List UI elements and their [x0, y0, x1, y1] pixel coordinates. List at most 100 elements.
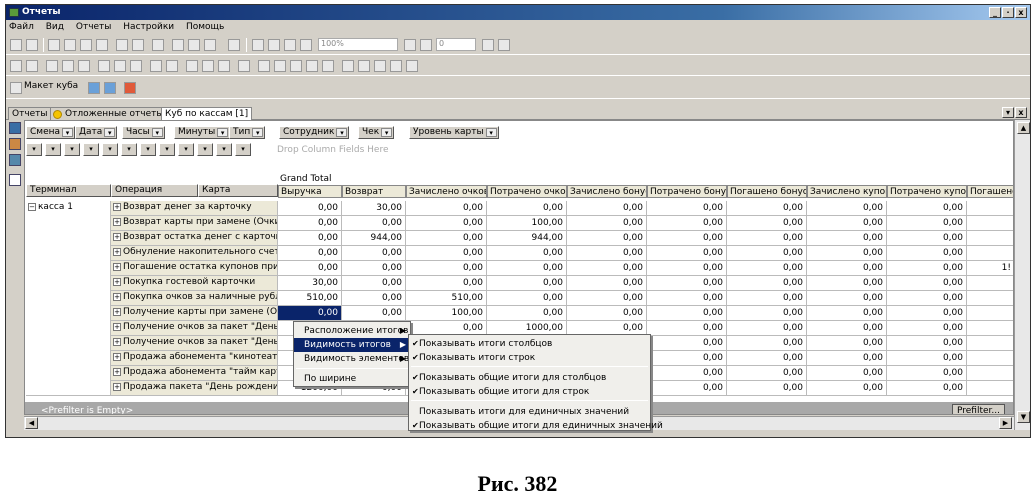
data-cell[interactable]: 0,00	[342, 261, 406, 276]
data-cell[interactable]: 0,00	[342, 291, 406, 306]
column-header[interactable]: Потрачено бонусов	[647, 185, 727, 198]
new-icon[interactable]	[48, 39, 60, 51]
data-cell[interactable]: 0,00	[807, 261, 887, 276]
restore-button[interactable]: ·	[1002, 7, 1014, 18]
data-cell[interactable]: 0,00	[807, 246, 887, 261]
scroll-right-arrow[interactable]: ▶	[999, 417, 1012, 429]
data-cell[interactable]: 0,00	[807, 231, 887, 246]
data-cell[interactable]: 0,00	[567, 201, 647, 216]
stacked-chart-icon[interactable]	[166, 60, 178, 72]
data-cell[interactable]: 0,00	[567, 306, 647, 321]
cut-icon[interactable]	[274, 60, 286, 72]
data-cell[interactable]: 30,00	[342, 201, 406, 216]
menu-elements-visibility[interactable]: Видимость элементов ▶	[294, 352, 410, 366]
data-cell[interactable]: 0,00	[887, 306, 967, 321]
pivot-icon[interactable]	[26, 60, 38, 72]
data-cell[interactable]: 0,00	[727, 321, 807, 336]
dropdown-arrow-icon[interactable]: ▾	[381, 128, 393, 137]
data-cell[interactable]: 0,00	[406, 276, 487, 291]
delete-layout-icon[interactable]	[124, 82, 136, 94]
filter-field-5[interactable]: Сотрудник ▾	[279, 126, 350, 139]
data-cell[interactable]: 0,00	[342, 246, 406, 261]
series-icon[interactable]	[306, 60, 318, 72]
menu-help[interactable]: Помощь	[186, 22, 224, 32]
data-cell[interactable]: 0,00	[807, 366, 887, 381]
data-cell[interactable]: 0,00	[887, 261, 967, 276]
column-chart-icon[interactable]	[238, 60, 250, 72]
data-cell[interactable]: 0,00	[278, 201, 342, 216]
data-cell[interactable]: 0,00	[342, 216, 406, 231]
data-cell[interactable]	[967, 201, 1013, 216]
filter-field-6[interactable]: Чек ▾	[358, 126, 395, 139]
data-cell[interactable]: 0,00	[278, 306, 342, 321]
data-cell[interactable]: 0,00	[727, 336, 807, 351]
zoom-select[interactable]: 100%	[318, 38, 398, 51]
sort-icon[interactable]	[374, 60, 386, 72]
data-cell[interactable]: 0,00	[647, 321, 727, 336]
chart-icon[interactable]	[10, 60, 22, 72]
axis-icon[interactable]	[322, 60, 334, 72]
filter-field-1[interactable]: Дата ▾	[75, 126, 118, 139]
find-icon[interactable]	[228, 39, 240, 51]
column-field-chip[interactable]: ▾	[102, 143, 118, 156]
close-button[interactable]: x	[1015, 7, 1027, 18]
data-cell[interactable]: 0,00	[887, 201, 967, 216]
prefilter-button[interactable]: Prefilter...	[951, 404, 1005, 414]
filter-field-0[interactable]: Смена ▾	[26, 126, 76, 139]
column-field-chip[interactable]: ▾	[121, 143, 137, 156]
save-layout-as-icon[interactable]	[104, 82, 116, 94]
data-cell[interactable]: 0,00	[567, 216, 647, 231]
column-header[interactable]: Выручка	[278, 185, 342, 198]
data-cell[interactable]: 0,00	[278, 246, 342, 261]
data-cell[interactable]	[967, 306, 1013, 321]
tab-deferred-reports[interactable]: Отложенные отчеты	[50, 107, 168, 120]
expand-icon[interactable]: +	[113, 247, 121, 256]
data-cell[interactable]: 0,00	[887, 351, 967, 366]
tab-reports[interactable]: Отчеты	[8, 107, 52, 120]
operation-row-header[interactable]: +Продажа пакета "День рождения 1"	[111, 381, 278, 396]
data-cell[interactable]	[967, 231, 1013, 246]
submenu-item-0[interactable]: ✔ Показывать итоги столбцов	[409, 337, 650, 351]
data-cell[interactable]: 0,00	[887, 336, 967, 351]
column-header[interactable]: Потрачено очков	[487, 185, 567, 198]
data-cell[interactable]: 0,00	[727, 366, 807, 381]
data-cell[interactable]: 1!	[967, 261, 1013, 276]
data-cell[interactable]	[967, 336, 1013, 351]
data-cell[interactable]: 0,00	[887, 216, 967, 231]
operation-row-header[interactable]: +Продажа абонемента "кинотеатр 3 се	[111, 351, 278, 366]
minimize-button[interactable]: _	[989, 7, 1001, 18]
filter-field-2[interactable]: Часы ▾	[122, 126, 165, 139]
data-cell[interactable]: 0,00	[887, 276, 967, 291]
operation-row-header[interactable]: +Возврат карты при замене (ОчкиДени	[111, 216, 278, 231]
dropdown-arrow-icon[interactable]: ▾	[62, 128, 74, 137]
column-header[interactable]: Зачислено купонов	[807, 185, 887, 198]
data-cell[interactable]	[967, 276, 1013, 291]
data-cell[interactable]: 0,00	[727, 381, 807, 396]
dropdown-arrow-icon[interactable]: ▾	[151, 128, 163, 137]
column-field-chip[interactable]: ▾	[83, 143, 99, 156]
data-cell[interactable]: 0,00	[278, 261, 342, 276]
tab-close-button[interactable]: x	[1015, 107, 1027, 118]
operation-row-header[interactable]: +Продажа абонемента "тайм карта 1	[111, 366, 278, 381]
dropdown-arrow-icon[interactable]: ▾	[336, 128, 348, 137]
data-cell[interactable]: 0,00	[727, 216, 807, 231]
group-row-header[interactable]: − касса 1	[26, 201, 111, 396]
data-cell[interactable]: 0,00	[807, 381, 887, 396]
menu-settings[interactable]: Настройки	[123, 22, 174, 32]
column-header[interactable]: Зачислено бонусов	[567, 185, 647, 198]
export-icon[interactable]	[204, 39, 216, 51]
grid-icon[interactable]	[98, 60, 110, 72]
data-cell[interactable]: 0,00	[567, 231, 647, 246]
data-cell[interactable]: 0,00	[887, 246, 967, 261]
dropdown-arrow-icon[interactable]: ▾	[104, 128, 116, 137]
column-field-chip[interactable]: ▾	[140, 143, 156, 156]
data-cell[interactable]	[967, 351, 1013, 366]
curve-icon[interactable]	[130, 60, 142, 72]
drop-column-area[interactable]: Drop Column Fields Here	[277, 145, 389, 155]
expand-icon[interactable]: +	[113, 262, 121, 271]
column-field-chip[interactable]: ▾	[235, 143, 251, 156]
dropdown-arrow-icon[interactable]: ▾	[217, 128, 229, 137]
table-icon[interactable]	[114, 60, 126, 72]
operation-row-header[interactable]: +Получение очков за пакет "День рож	[111, 321, 278, 336]
print-icon[interactable]	[172, 39, 184, 51]
